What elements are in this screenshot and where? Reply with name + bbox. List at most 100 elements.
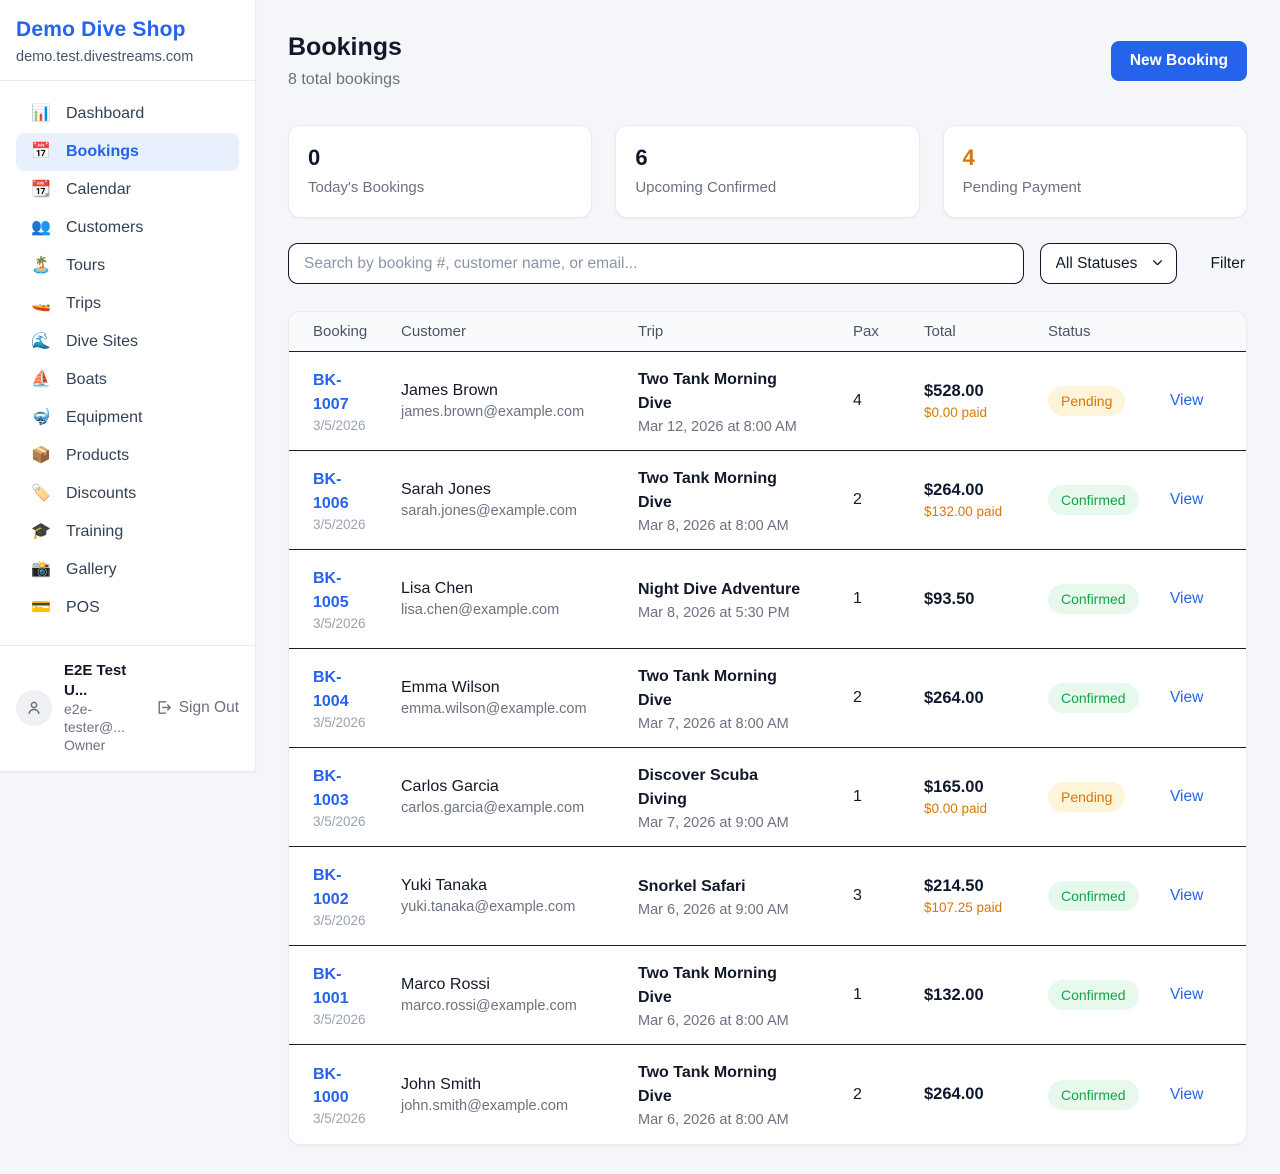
filter-button[interactable]: Filter — [1209, 251, 1247, 277]
table-row: BK-1006 3/5/2026 Sarah Jones sarah.jones… — [289, 451, 1246, 550]
table-header-row: BookingCustomerTripPaxTotalStatus — [289, 312, 1246, 352]
stat-card: 6 Upcoming Confirmed — [615, 125, 919, 218]
tear-calendar-icon: 📆 — [30, 182, 52, 198]
column-header-status: Status — [1048, 323, 1170, 340]
trip-datetime: Mar 7, 2026 at 8:00 AM — [638, 716, 837, 732]
booking-number-link[interactable]: BK-1001 — [313, 963, 371, 1009]
status-select-wrap: All Statuses — [1040, 243, 1177, 284]
view-link[interactable]: View — [1170, 788, 1203, 805]
booking-date: 3/5/2026 — [313, 418, 401, 433]
booking-number-link[interactable]: BK-1004 — [313, 666, 371, 712]
view-link[interactable]: View — [1170, 689, 1203, 706]
stat-value: 6 — [635, 145, 899, 171]
filter-row: All Statuses Filter — [288, 243, 1247, 284]
sidebar-item-gallery[interactable]: 📸 Gallery — [16, 551, 239, 589]
sidebar-item-label: Bookings — [66, 143, 139, 161]
bookings-table: BookingCustomerTripPaxTotalStatus BK-100… — [288, 311, 1247, 1145]
table-row: BK-1000 3/5/2026 John Smith john.smith@e… — [289, 1045, 1246, 1144]
stat-value: 0 — [308, 145, 572, 171]
trip-datetime: Mar 6, 2026 at 9:00 AM — [638, 902, 837, 918]
sidebar-item-label: Customers — [66, 219, 143, 237]
sidebar-nav: 📊 Dashboard 📅 Bookings 📆 Calendar 👥 Cust… — [0, 81, 255, 645]
sidebar-item-discounts[interactable]: 🏷️ Discounts — [16, 475, 239, 513]
main-content: Bookings 8 total bookings New Booking 0 … — [288, 0, 1247, 1174]
total-amount: $264.00 — [924, 1085, 1036, 1104]
sidebar-item-dive-sites[interactable]: 🌊 Dive Sites — [16, 323, 239, 361]
booking-number-link[interactable]: BK-1006 — [313, 468, 371, 514]
booking-number-link[interactable]: BK-1005 — [313, 567, 371, 613]
status-badge: Confirmed — [1048, 1080, 1139, 1110]
sidebar-item-products[interactable]: 📦 Products — [16, 437, 239, 475]
sidebar-item-label: Dashboard — [66, 105, 144, 123]
sidebar-item-label: Gallery — [66, 561, 117, 579]
customer-name: Yuki Tanaka — [401, 877, 622, 895]
stat-card: 0 Today's Bookings — [288, 125, 592, 218]
column-header-customer: Customer — [401, 323, 638, 340]
view-link[interactable]: View — [1170, 986, 1203, 1003]
sidebar-item-customers[interactable]: 👥 Customers — [16, 209, 239, 247]
shop-domain: demo.test.divestreams.com — [16, 49, 239, 65]
view-link[interactable]: View — [1170, 887, 1203, 904]
customer-email: john.smith@example.com — [401, 1098, 622, 1114]
graduation-cap-icon: 🎓 — [30, 524, 52, 540]
bar-chart-icon: 📊 — [30, 106, 52, 122]
table-row: BK-1002 3/5/2026 Yuki Tanaka yuki.tanaka… — [289, 847, 1246, 946]
brand-block: Demo Dive Shop demo.test.divestreams.com — [0, 0, 255, 81]
trip-datetime: Mar 7, 2026 at 9:00 AM — [638, 815, 837, 831]
search-input[interactable] — [288, 243, 1024, 284]
new-booking-button[interactable]: New Booking — [1111, 41, 1247, 81]
pax-count: 3 — [853, 887, 862, 904]
trip-name: Two Tank Morning Dive — [638, 665, 806, 713]
booking-number-link[interactable]: BK-1003 — [313, 765, 371, 811]
sidebar-item-label: Calendar — [66, 181, 131, 199]
sidebar-item-dashboard[interactable]: 📊 Dashboard — [16, 95, 239, 133]
user-info: E2E Test U... e2e-tester@... Owner — [64, 661, 143, 755]
page-header: Bookings 8 total bookings New Booking — [288, 33, 1247, 89]
trip-name: Discover Scuba Diving — [638, 764, 806, 812]
sidebar-item-equipment[interactable]: 🤿 Equipment — [16, 399, 239, 437]
trip-name: Night Dive Adventure — [638, 578, 806, 602]
status-badge: Confirmed — [1048, 485, 1139, 515]
camera-icon: 📸 — [30, 562, 52, 578]
sidebar-item-label: Discounts — [66, 485, 136, 503]
sidebar-item-pos[interactable]: 💳 POS — [16, 589, 239, 627]
user-email: e2e-tester@... — [64, 700, 143, 736]
total-amount: $93.50 — [924, 590, 1036, 609]
sidebar-item-training[interactable]: 🎓 Training — [16, 513, 239, 551]
table-row: BK-1007 3/5/2026 James Brown james.brown… — [289, 352, 1246, 451]
sidebar-item-label: POS — [66, 599, 100, 617]
stat-label: Pending Payment — [963, 179, 1227, 196]
sidebar-item-label: Boats — [66, 371, 107, 389]
logout-icon — [155, 699, 172, 716]
total-amount: $214.50 — [924, 877, 1036, 896]
sidebar-item-trips[interactable]: 🚤 Trips — [16, 285, 239, 323]
booking-number-link[interactable]: BK-1007 — [313, 369, 371, 415]
booking-number-link[interactable]: BK-1002 — [313, 864, 371, 910]
tag-icon: 🏷️ — [30, 486, 52, 502]
sidebar-item-tours[interactable]: 🏝️ Tours — [16, 247, 239, 285]
booking-date: 3/5/2026 — [313, 1012, 401, 1027]
total-amount: $264.00 — [924, 689, 1036, 708]
status-select[interactable]: All Statuses — [1040, 243, 1177, 284]
view-link[interactable]: View — [1170, 1086, 1203, 1103]
view-link[interactable]: View — [1170, 392, 1203, 409]
table-row: BK-1004 3/5/2026 Emma Wilson emma.wilson… — [289, 649, 1246, 748]
view-link[interactable]: View — [1170, 590, 1203, 607]
customer-name: James Brown — [401, 382, 622, 400]
status-badge: Confirmed — [1048, 683, 1139, 713]
sidebar-item-calendar[interactable]: 📆 Calendar — [16, 171, 239, 209]
trip-datetime: Mar 6, 2026 at 8:00 AM — [638, 1013, 837, 1029]
package-icon: 📦 — [30, 448, 52, 464]
total-amount: $528.00 — [924, 382, 1036, 401]
stat-card: 4 Pending Payment — [943, 125, 1247, 218]
booking-number-link[interactable]: BK-1000 — [313, 1063, 371, 1109]
view-link[interactable]: View — [1170, 491, 1203, 508]
customer-name: John Smith — [401, 1076, 622, 1094]
sign-out-button[interactable]: Sign Out — [155, 699, 239, 717]
sidebar-item-bookings[interactable]: 📅 Bookings — [16, 133, 239, 171]
avatar — [16, 690, 52, 726]
customer-name: Emma Wilson — [401, 679, 622, 697]
booking-date: 3/5/2026 — [313, 616, 401, 631]
shop-name: Demo Dive Shop — [16, 18, 239, 42]
sidebar-item-boats[interactable]: ⛵ Boats — [16, 361, 239, 399]
